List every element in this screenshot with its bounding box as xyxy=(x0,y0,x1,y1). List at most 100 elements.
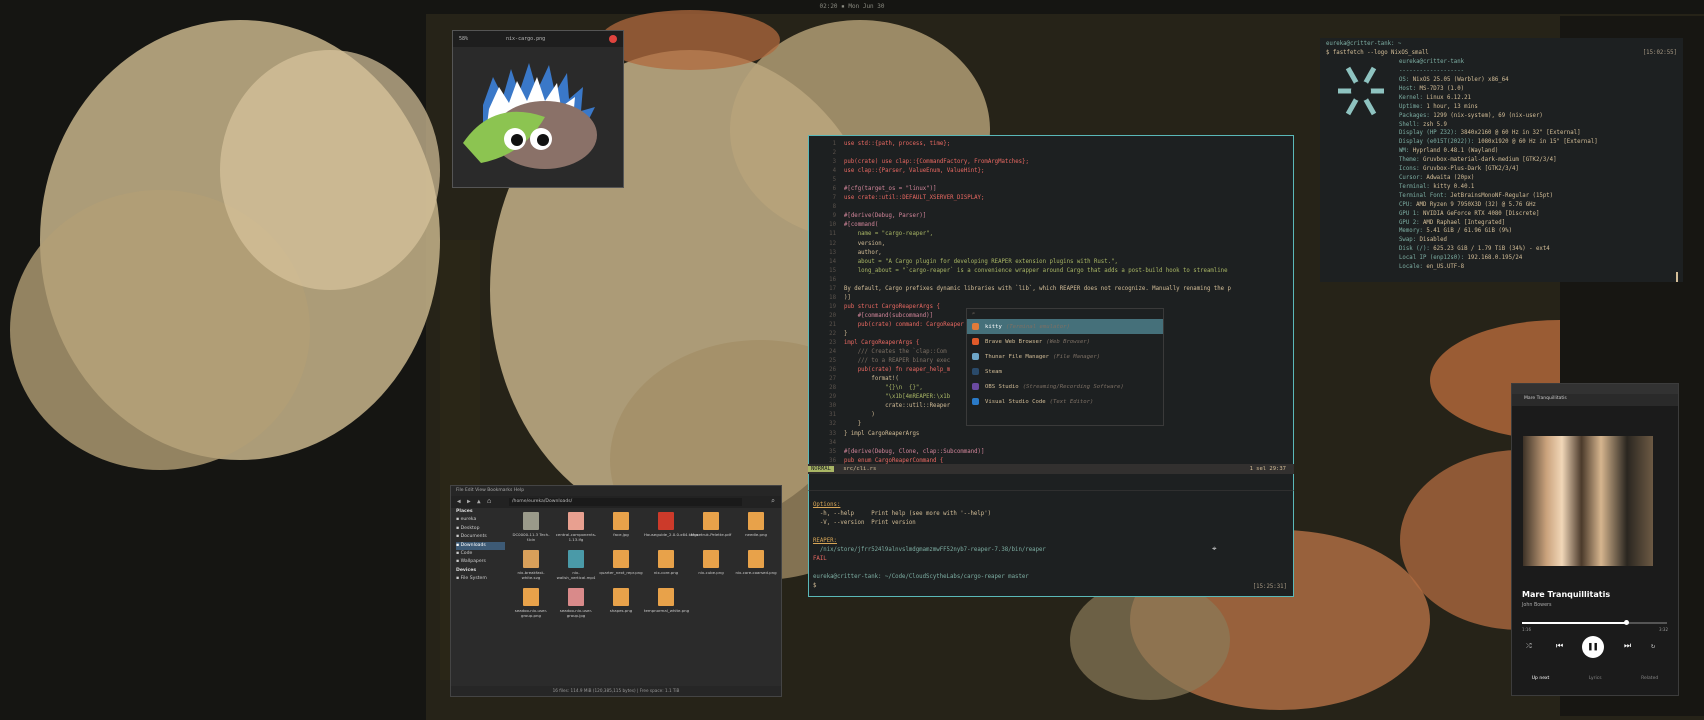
home-icon[interactable]: ⌂ xyxy=(487,497,491,505)
code-line: 4 use clap::{Parser, ValueEnum, ValueHint… xyxy=(809,167,1293,176)
launcher-item-name: Brave Web Browser xyxy=(985,338,1043,345)
track-artist: John Bowers xyxy=(1522,603,1552,608)
places-sidebar[interactable]: Places ▪ eureka ▪ Desktop ▪ Documents ▪ Down… xyxy=(451,508,505,686)
sidebar-item[interactable]: ▪ Code xyxy=(456,550,505,558)
launcher-item-desc: (Streaming/Recording Software) xyxy=(1022,383,1124,390)
launcher-search-input[interactable]: ⌕ xyxy=(967,309,1163,319)
player-tab[interactable]: Up next xyxy=(1532,676,1550,681)
ff-info-line: Shell: zsh 5.9 xyxy=(1399,121,1447,128)
music-player-window[interactable]: Mare Tranquillitatis Mare Tranquillitati… xyxy=(1511,383,1679,696)
terminal-line: Options: xyxy=(813,502,841,508)
file-item[interactable]: face.jpg xyxy=(599,512,643,537)
code-text: use crate::util::DEFAULT_XSERVER_DISPLAY… xyxy=(844,195,985,202)
code-text: "{}\n {}", xyxy=(844,385,923,392)
code-text: format!( xyxy=(844,376,899,383)
file-item[interactable]: nix-wallsh_vertical.mp4 xyxy=(554,550,598,580)
code-line: 12 version, xyxy=(809,240,1293,249)
launcher-item[interactable]: kitty (Terminal emulator) xyxy=(967,319,1163,334)
sidebar-item[interactable]: ▪ Wallpapers xyxy=(456,558,505,566)
ff-command: $ fastfetch --logo NixOS_small xyxy=(1326,50,1429,56)
file-item[interactable]: nix-core-coarsed.png xyxy=(734,550,778,575)
file-name: nix-wallsh_vertical.mp4 xyxy=(556,570,596,580)
sidebar-item[interactable]: ▪ Downloads xyxy=(456,541,505,551)
launcher-item[interactable]: Thunar File Manager (File Manager) xyxy=(967,349,1163,364)
code-line: 6 #[cfg(target_os = "linux")] xyxy=(809,185,1293,194)
launcher-item[interactable]: Brave Web Browser (Web Browser) xyxy=(967,334,1163,349)
code-text: pub(crate) command: CargoReaper xyxy=(844,321,964,328)
player-tab[interactable]: Lyrics xyxy=(1589,676,1602,681)
code-line: 3 pub(crate) use clap::{CommandFactory, F… xyxy=(809,158,1293,167)
app-launcher[interactable]: ⌕ kitty (Terminal emulator) Brave Web Brow… xyxy=(966,308,1164,426)
code-text: long_about = "`cargo-reaper` is a conven… xyxy=(844,267,1228,274)
ff-separator: ------------------- xyxy=(1399,68,1465,74)
browser-tab-bar[interactable]: Mare Tranquillitatis xyxy=(1512,384,1678,401)
image-viewer-titlebar[interactable]: 58% nix-cargo.png xyxy=(453,31,623,47)
repeat-icon[interactable]: ↻ xyxy=(1651,642,1655,650)
launcher-item-desc: (Terminal emulator) xyxy=(1005,323,1070,330)
file-item[interactable]: nix-cube.png xyxy=(689,550,733,575)
ff-info-line: Local IP (enp12s0): 192.168.0.195/24 xyxy=(1399,255,1523,262)
back-icon[interactable]: ◀ xyxy=(457,498,461,505)
line-number: 4 xyxy=(832,168,836,175)
code-line: 17 By default, Cargo prefixes dynamic lib… xyxy=(809,285,1293,294)
file-item[interactable]: shapes.png xyxy=(599,588,643,613)
browser-tab[interactable]: Mare Tranquillitatis xyxy=(1512,396,1567,401)
file-item[interactable]: nix-core.png xyxy=(644,550,688,575)
terminal-window[interactable]: Options: -h, --help Print help (see more… xyxy=(808,490,1294,597)
sidebar-item[interactable]: ▪ eureka xyxy=(456,516,505,524)
line-number: 31 xyxy=(829,412,836,419)
forward-icon[interactable]: ▶ xyxy=(467,498,471,505)
sidebar-item[interactable]: ▪ Documents xyxy=(456,533,505,541)
app-icon xyxy=(972,383,979,390)
time-elapsed: 1:16 xyxy=(1522,627,1531,632)
code-text: #[command(subcommand)] xyxy=(844,312,934,319)
file-item[interactable]: needle.png xyxy=(734,512,778,537)
file-item[interactable]: tempnormal_white.png xyxy=(644,588,689,613)
launcher-item-desc: (Text Editor) xyxy=(1049,398,1094,405)
player-tabs[interactable]: Up next Lyrics Related xyxy=(1512,676,1678,681)
ff-info-line: Terminal Font: JetBrainsMonoNF-Regular (… xyxy=(1399,192,1554,199)
previous-icon[interactable]: ⏮ xyxy=(1556,641,1563,651)
code-text: author, xyxy=(844,249,882,256)
file-item[interactable]: quarter_next_repr.png xyxy=(599,550,643,575)
file-item[interactable]: DC0000-11.3 Tech-f.bin xyxy=(509,512,553,542)
sidebar-item[interactable]: ▪ Desktop xyxy=(456,525,505,533)
file-icon xyxy=(703,512,719,530)
file-item[interactable]: Musetruk-Pelette.pdf xyxy=(689,512,733,537)
shuffle-icon[interactable]: ⤮ xyxy=(1526,642,1532,651)
progress-bar[interactable] xyxy=(1522,620,1667,625)
file-menu-bar[interactable]: File Edit View Bookmarks Help xyxy=(451,486,781,496)
code-line: 35 #[derive(Debug, Clone, clap::Subcomman… xyxy=(809,448,1293,457)
launcher-item[interactable]: Steam xyxy=(967,364,1163,379)
launcher-item-desc: (Web Browser) xyxy=(1046,338,1091,345)
code-line: 8 xyxy=(809,203,1293,212)
next-icon[interactable]: ⏭ xyxy=(1624,641,1631,651)
pause-button[interactable]: ❚❚ xyxy=(1582,636,1604,658)
launcher-item[interactable]: Visual Studio Code (Text Editor) xyxy=(967,394,1163,409)
file-item[interactable]: central-components-1.13.lfg xyxy=(554,512,598,542)
image-viewer-window[interactable]: 58% nix-cargo.png xyxy=(452,30,624,188)
path-field[interactable]: /home/eureka/Downloads/ xyxy=(509,498,742,506)
file-icon xyxy=(748,550,764,568)
terminal-line: $ xyxy=(813,583,820,589)
file-manager-window[interactable]: File Edit View Bookmarks Help ◀ ▶ ▲ ⌂ /h… xyxy=(450,485,782,697)
file-name: face.jpg xyxy=(613,532,629,537)
code-line: 9 #[derive(Debug, Parser)] xyxy=(809,212,1293,221)
line-number: 15 xyxy=(829,267,836,274)
ff-info-line: Disk (/): 625.23 GiB / 1.79 TiB (34%) - … xyxy=(1399,246,1550,253)
status-bar: 16 files: 114.9 MiB (120,385,115 bytes) … xyxy=(451,686,781,696)
address-bar[interactable]: ◀ ▶ ▲ ⌂ /home/eureka/Downloads/ ⌕ xyxy=(451,496,781,508)
sidebar-item[interactable]: ▪ File System xyxy=(456,575,505,583)
file-item[interactable]: seadoo-nix-user-group.jpg xyxy=(554,588,598,618)
file-item[interactable]: nix-breakfast-white.svg xyxy=(509,550,553,580)
launcher-item[interactable]: OBS Studio (Streaming/Recording Software) xyxy=(967,379,1163,394)
close-icon[interactable] xyxy=(609,35,617,43)
player-tab[interactable]: Related xyxy=(1641,676,1658,681)
mode-indicator: NORMAL xyxy=(808,466,834,472)
file-item[interactable]: Houseguide_2.0.0.x64.targz xyxy=(644,512,699,537)
search-icon[interactable]: ⌕ xyxy=(771,497,775,505)
ff-user: eureka@critter-tank xyxy=(1399,59,1465,65)
up-icon[interactable]: ▲ xyxy=(477,498,481,505)
fastfetch-terminal[interactable]: eureka@critter-tank: ~ $ fastfetch --log… xyxy=(1320,38,1683,282)
file-item[interactable]: seadoo-nix-user-group.png xyxy=(509,588,553,618)
